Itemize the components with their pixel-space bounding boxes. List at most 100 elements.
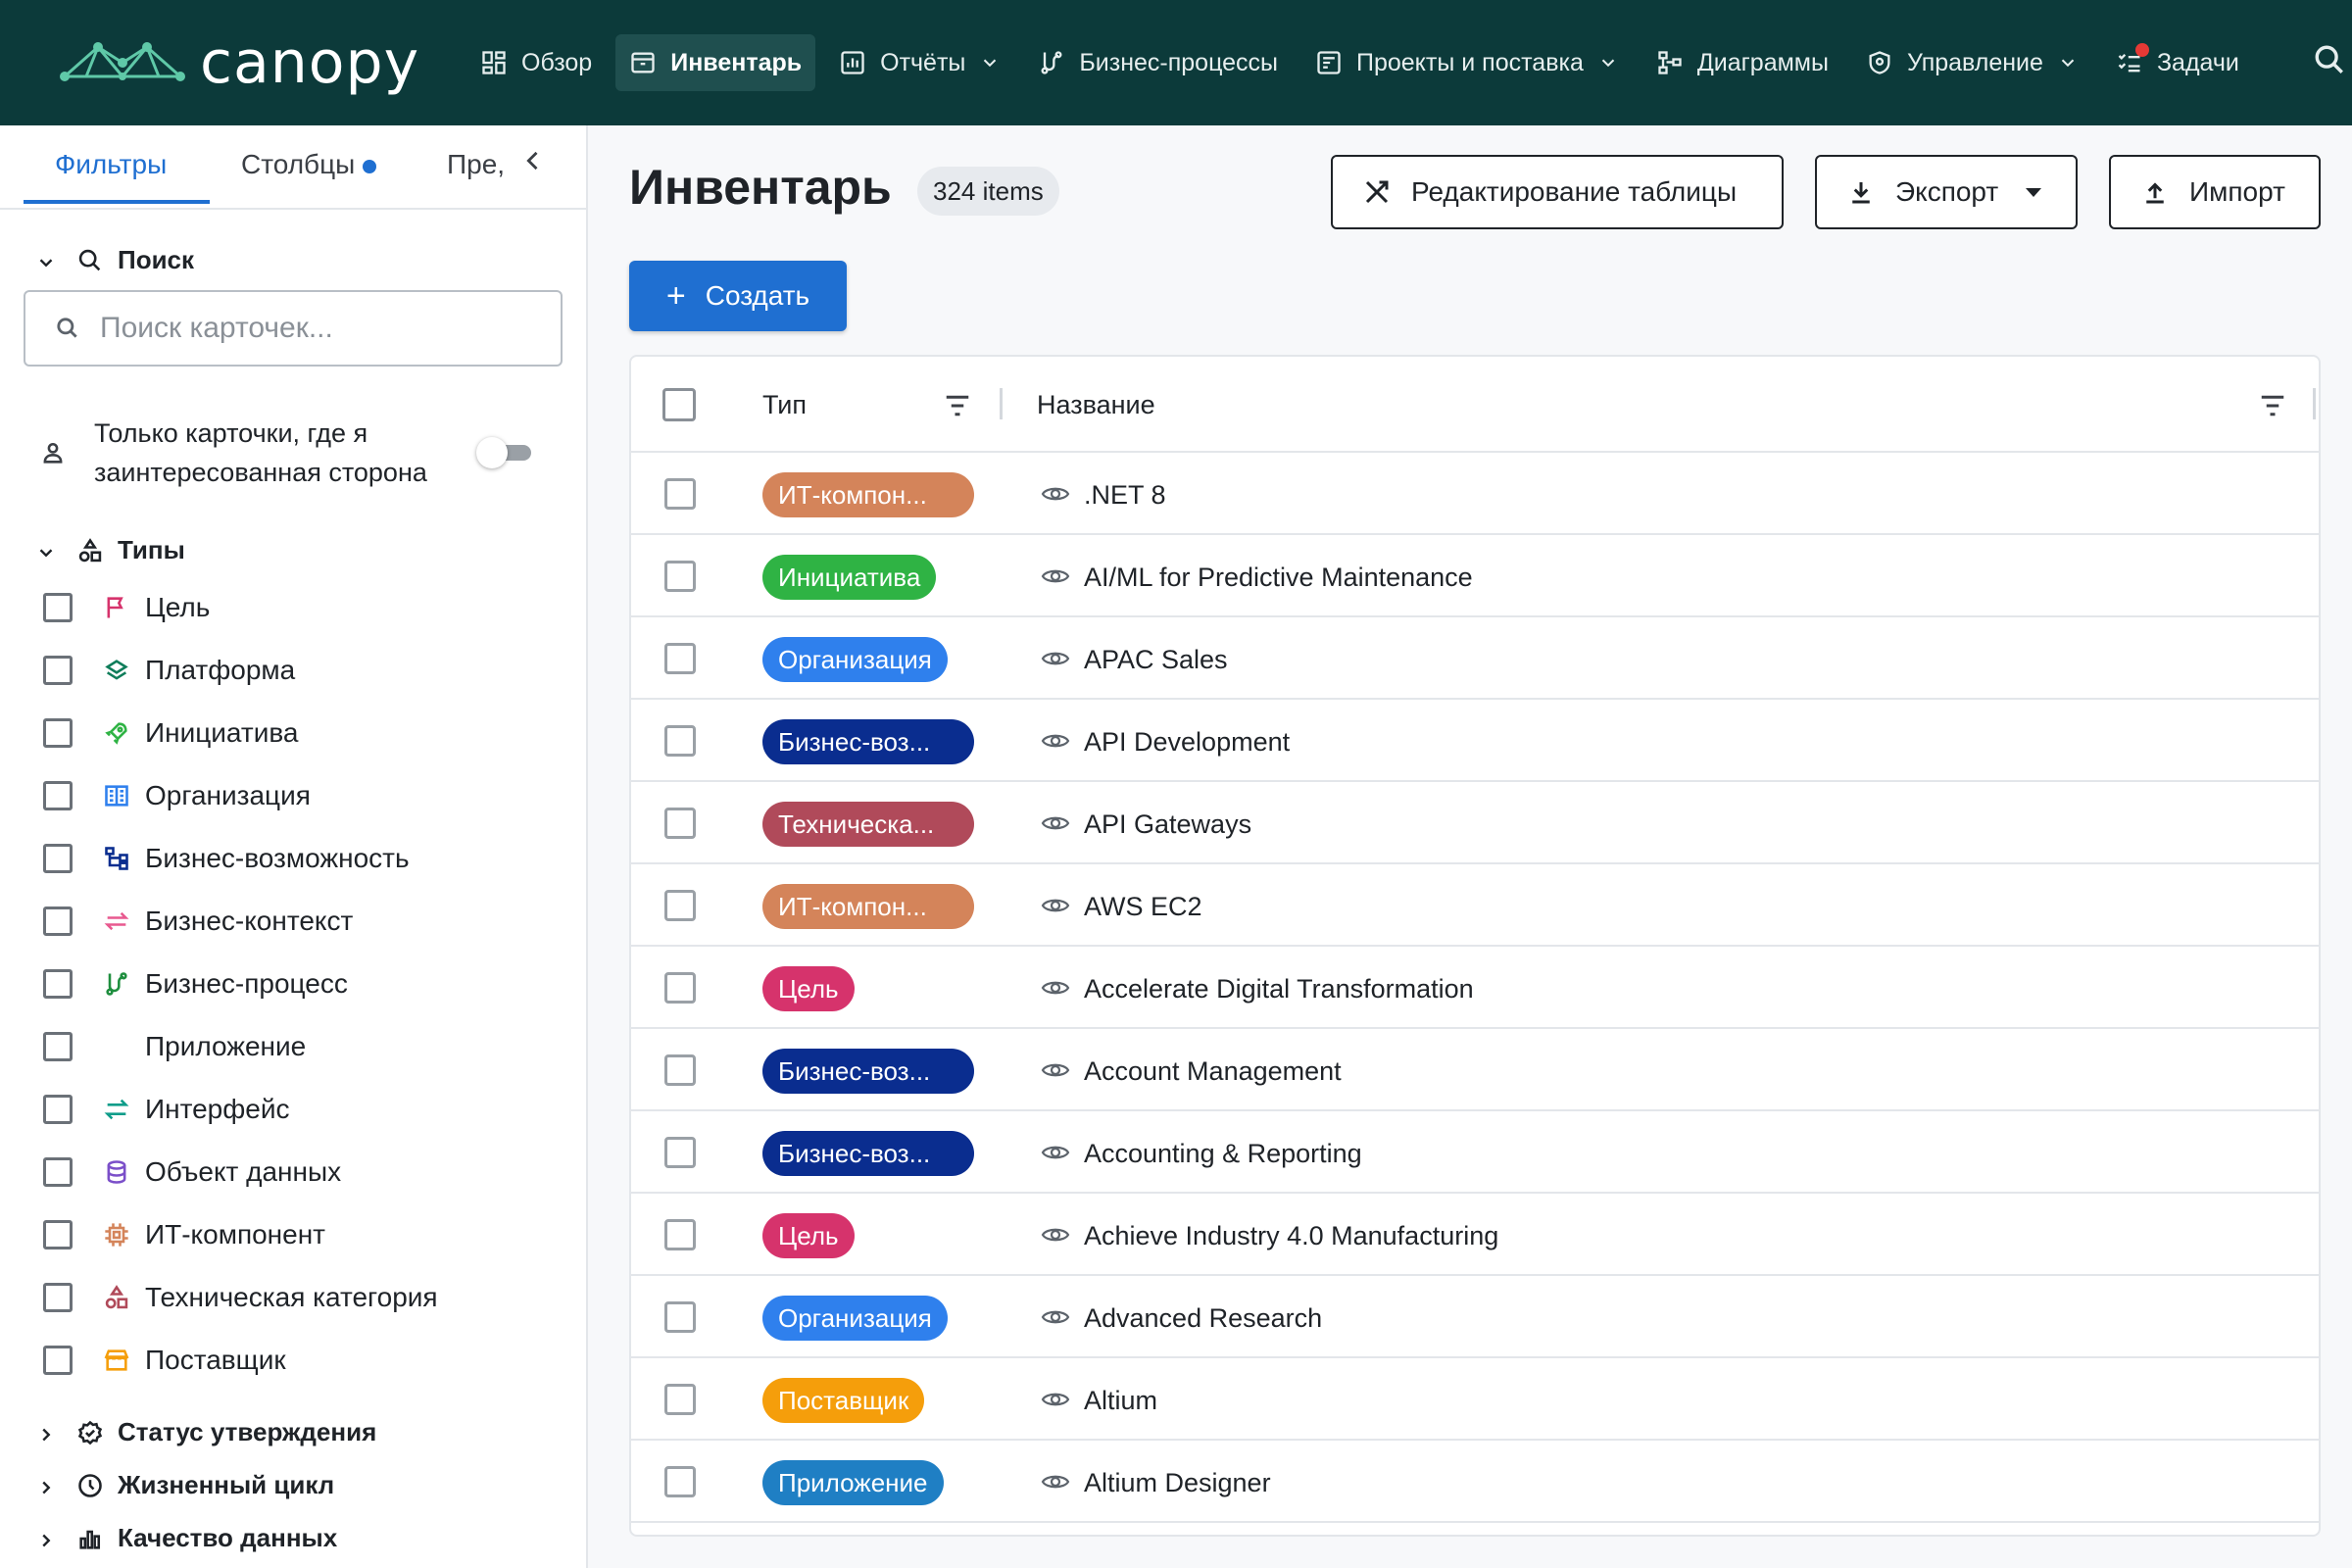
row-name[interactable]: Altium [1084, 1386, 1157, 1416]
eye-icon[interactable] [1041, 894, 1070, 917]
table-row[interactable]: ИТ-компон... .NET 8 [631, 453, 2319, 535]
export-button[interactable]: Экспорт [1815, 155, 2078, 229]
type-checkbox[interactable] [43, 593, 73, 622]
row-checkbox[interactable] [664, 1219, 696, 1250]
collapse-sidebar-button[interactable] [519, 147, 549, 182]
row-checkbox[interactable] [664, 808, 696, 839]
row-name[interactable]: AWS EC2 [1084, 892, 1202, 922]
row-name[interactable]: Advanced Research [1084, 1303, 1322, 1334]
approval-status-section-header[interactable]: Статус утверждения [35, 1417, 376, 1447]
eye-icon[interactable] [1041, 1470, 1070, 1494]
stakeholder-toggle[interactable] [476, 437, 533, 468]
row-checkbox[interactable] [664, 1054, 696, 1086]
table-row[interactable]: Приложение Altium Designer [631, 1441, 2319, 1523]
type-filter-provider[interactable]: Поставщик [43, 1341, 286, 1380]
row-name[interactable]: Accounting & Reporting [1084, 1139, 1362, 1169]
type-checkbox[interactable] [43, 718, 73, 748]
eye-icon[interactable] [1041, 482, 1070, 506]
global-search-button[interactable] [2313, 43, 2352, 82]
type-filter-application[interactable]: Приложение [43, 1027, 306, 1066]
type-filter-platform[interactable]: Платформа [43, 651, 295, 690]
eye-icon[interactable] [1041, 976, 1070, 1000]
table-row[interactable]: ИТ-компон... AWS EC2 [631, 864, 2319, 947]
eye-icon[interactable] [1041, 1388, 1070, 1411]
type-checkbox[interactable] [43, 656, 73, 685]
column-header-name[interactable]: Название [1037, 390, 1155, 420]
type-checkbox[interactable] [43, 1157, 73, 1187]
type-checkbox[interactable] [43, 1283, 73, 1312]
type-filter-organization[interactable]: Организация [43, 776, 311, 815]
row-name[interactable]: .NET 8 [1084, 480, 1166, 511]
nav-item-governance[interactable]: Управление [1852, 34, 2092, 91]
create-button[interactable]: + Создать [629, 261, 847, 331]
lifecycle-section-header[interactable]: Жизненный цикл [35, 1470, 334, 1500]
eye-icon[interactable] [1041, 564, 1070, 588]
eye-icon[interactable] [1041, 1305, 1070, 1329]
row-checkbox[interactable] [664, 972, 696, 1004]
nav-item-diagrams[interactable]: Диаграммы [1642, 34, 1842, 91]
select-all-checkbox[interactable] [662, 388, 696, 421]
filter-icon[interactable] [943, 392, 972, 419]
row-name[interactable]: API Development [1084, 727, 1290, 758]
type-filter-data-object[interactable]: Объект данных [43, 1152, 341, 1192]
row-checkbox[interactable] [664, 478, 696, 510]
eye-icon[interactable] [1041, 811, 1070, 835]
edit-table-button[interactable]: Редактирование таблицы [1331, 155, 1784, 229]
search-section-header[interactable]: Поиск [35, 245, 194, 275]
table-row[interactable]: Инициатива AI/ML for Predictive Maintena… [631, 535, 2319, 617]
eye-icon[interactable] [1041, 1141, 1070, 1164]
canopy-logo[interactable]: canopy [59, 27, 419, 98]
eye-icon[interactable] [1041, 647, 1070, 670]
row-checkbox[interactable] [664, 561, 696, 592]
table-row[interactable]: Организация APAC Sales [631, 617, 2319, 700]
row-checkbox[interactable] [664, 1301, 696, 1333]
types-section-header[interactable]: Типы [35, 535, 185, 565]
row-name[interactable]: Altium Designer [1084, 1468, 1271, 1498]
row-checkbox[interactable] [664, 1137, 696, 1168]
type-filter-it-component[interactable]: ИТ-компонент [43, 1215, 325, 1254]
column-resize-handle[interactable] [1000, 388, 1003, 419]
table-row[interactable]: Бизнес-воз... Accounting & Reporting [631, 1111, 2319, 1194]
row-name[interactable]: API Gateways [1084, 809, 1251, 840]
nav-item-projects[interactable]: Проекты и поставка [1301, 34, 1633, 91]
type-checkbox[interactable] [43, 1220, 73, 1250]
import-button[interactable]: Импорт [2109, 155, 2321, 229]
nav-item-reports[interactable]: Отчёты [825, 34, 1014, 91]
column-header-type[interactable]: Тип [762, 390, 807, 420]
card-search-input[interactable] [100, 312, 531, 345]
table-row[interactable]: Цель Accelerate Digital Transformation [631, 947, 2319, 1029]
eye-icon[interactable] [1041, 1223, 1070, 1247]
type-checkbox[interactable] [43, 1095, 73, 1124]
type-filter-business-context[interactable]: Бизнес-контекст [43, 902, 353, 941]
eye-icon[interactable] [1041, 729, 1070, 753]
tab-columns[interactable]: Столбцы [241, 149, 377, 180]
row-name[interactable]: Accelerate Digital Transformation [1084, 974, 1474, 1004]
table-row[interactable]: Поставщик Altium [631, 1358, 2319, 1441]
table-row[interactable]: Бизнес-воз... Account Management [631, 1029, 2319, 1111]
type-filter-business-capability[interactable]: Бизнес-возможность [43, 839, 410, 878]
table-row[interactable]: Техническа... API Gateways [631, 782, 2319, 864]
type-checkbox[interactable] [43, 844, 73, 873]
row-name[interactable]: Account Management [1084, 1056, 1342, 1087]
filter-icon[interactable] [2258, 392, 2287, 419]
nav-item-overview[interactable]: Обзор [466, 34, 606, 91]
table-row[interactable]: Организация Advanced Research [631, 1276, 2319, 1358]
row-checkbox[interactable] [664, 643, 696, 674]
type-checkbox[interactable] [43, 1346, 73, 1375]
column-resize-handle[interactable] [2313, 388, 2316, 419]
row-checkbox[interactable] [664, 1466, 696, 1497]
row-checkbox[interactable] [664, 890, 696, 921]
type-filter-interface[interactable]: Интерфейс [43, 1090, 290, 1129]
tab-filters[interactable]: Фильтры [55, 149, 167, 180]
type-checkbox[interactable] [43, 906, 73, 936]
row-name[interactable]: AI/ML for Predictive Maintenance [1084, 563, 1473, 593]
row-name[interactable]: APAC Sales [1084, 645, 1228, 675]
type-checkbox[interactable] [43, 781, 73, 810]
nav-item-inventory[interactable]: Инвентарь [615, 34, 816, 91]
data-quality-section-header[interactable]: Качество данных [35, 1523, 337, 1553]
eye-icon[interactable] [1041, 1058, 1070, 1082]
row-name[interactable]: Achieve Industry 4.0 Manufacturing [1084, 1221, 1498, 1251]
type-filter-business-process[interactable]: Бизнес-процесс [43, 964, 348, 1004]
card-search-field[interactable] [24, 290, 563, 367]
table-row[interactable]: Цель Achieve Industry 4.0 Manufacturing [631, 1194, 2319, 1276]
